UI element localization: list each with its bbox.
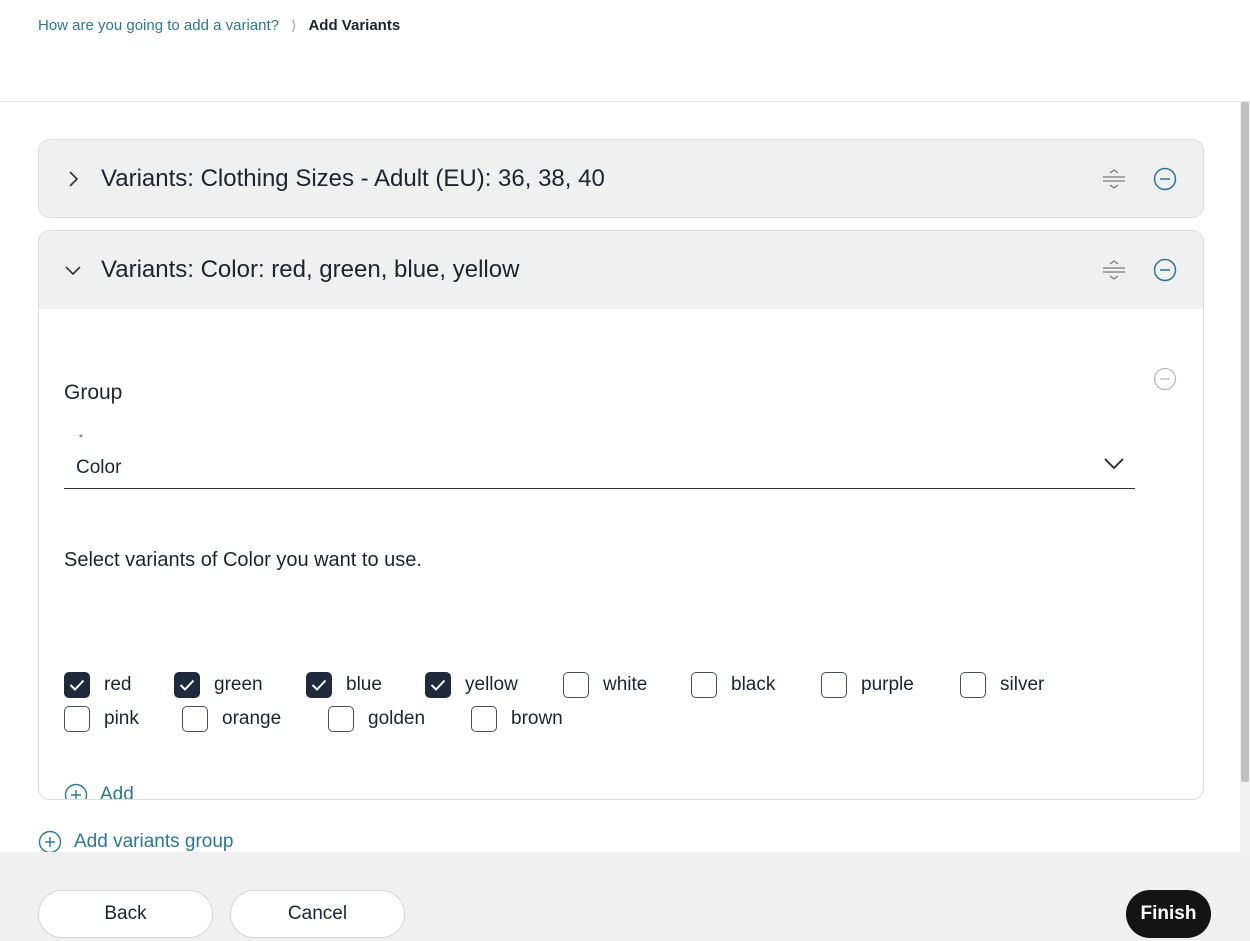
panel-header[interactable]: Variants: Clothing Sizes - Adult (EU): 3… (39, 140, 1203, 217)
variant-option-green[interactable]: green (174, 672, 306, 698)
breadcrumb: How are you going to add a variant? ⟩ Ad… (38, 17, 400, 34)
variant-option-orange[interactable]: orange (182, 706, 328, 732)
checkbox[interactable] (425, 672, 451, 698)
checkbox[interactable] (328, 706, 354, 732)
add-variants-group-label: Add variants group (74, 831, 234, 852)
variant-option-label: orange (222, 708, 282, 729)
checkbox[interactable] (563, 672, 589, 698)
add-variant-button[interactable]: Add (64, 783, 134, 800)
footer-bar: Back Cancel Finish (0, 852, 1250, 941)
minus-circle-icon (1153, 367, 1177, 391)
variant-option-pink[interactable]: pink (64, 706, 182, 732)
group-select-value: Color (76, 457, 122, 478)
checkbox[interactable] (64, 672, 90, 698)
variant-group-panel-sizes: Variants: Clothing Sizes - Adult (EU): 3… (38, 139, 1204, 218)
chevron-right-icon[interactable] (63, 169, 83, 189)
back-button[interactable]: Back (38, 890, 213, 938)
variant-option-silver[interactable]: silver (960, 672, 1044, 698)
remove-group-button[interactable] (1153, 167, 1177, 191)
variant-option-label: yellow (465, 674, 518, 695)
panel-title: Variants: Color: red, green, blue, yello… (101, 256, 520, 283)
checkbox[interactable] (64, 706, 90, 732)
variant-option-blue[interactable]: blue (306, 672, 425, 698)
panel-header[interactable]: Variants: Color: red, green, blue, yello… (39, 231, 1203, 309)
variant-option-purple[interactable]: purple (821, 672, 960, 698)
variant-option-label: brown (511, 708, 563, 729)
chevron-down-icon (1103, 457, 1125, 471)
checkbox[interactable] (182, 706, 208, 732)
variant-option-label: green (214, 674, 263, 695)
variant-group-panel-color: Variants: Color: red, green, blue, yello… (38, 230, 1204, 800)
minus-circle-icon (1153, 167, 1177, 191)
variant-option-label: purple (861, 674, 914, 695)
variant-option-black[interactable]: black (691, 672, 821, 698)
variant-option-golden[interactable]: golden (328, 706, 471, 732)
breadcrumb-separator: ⟩ (291, 17, 297, 33)
checkbox[interactable] (821, 672, 847, 698)
variant-option-label: black (731, 674, 776, 695)
add-variant-label: Add (100, 784, 134, 800)
checkbox[interactable] (306, 672, 332, 698)
variant-option-brown[interactable]: brown (471, 706, 563, 732)
checkbox[interactable] (471, 706, 497, 732)
chevron-down-icon[interactable] (63, 260, 83, 280)
remove-group-button[interactable] (1153, 258, 1177, 282)
variant-option-label: white (603, 674, 648, 695)
group-select[interactable]: Color (64, 443, 1135, 489)
remove-variant-row-button[interactable] (1153, 367, 1177, 391)
checkbox[interactable] (691, 672, 717, 698)
drag-handle-icon[interactable] (1101, 260, 1127, 280)
group-label: Group (64, 381, 123, 404)
variant-option-yellow[interactable]: yellow (425, 672, 563, 698)
add-variants-group-button[interactable]: Add variants group (38, 830, 234, 854)
variant-option-label: red (104, 674, 132, 695)
variant-option-label: pink (104, 708, 139, 729)
scrollbar-thumb[interactable] (1241, 102, 1249, 782)
breadcrumb-link-add-variant-method[interactable]: How are you going to add a variant? (38, 17, 279, 34)
cancel-button[interactable]: Cancel (230, 890, 405, 938)
page-header: How are you going to add a variant? ⟩ Ad… (0, 0, 1250, 102)
checkbox[interactable] (174, 672, 200, 698)
variant-option-label: silver (1000, 674, 1045, 695)
variant-option-label: blue (346, 674, 382, 695)
variant-option-white[interactable]: white (563, 672, 691, 698)
drag-handle-icon[interactable] (1101, 169, 1127, 189)
variants-prompt: Select variants of Color you want to use… (64, 549, 422, 571)
variant-options-row: pink orange golden brown (64, 706, 563, 732)
breadcrumb-current: Add Variants (308, 17, 401, 34)
plus-circle-icon (64, 783, 88, 799)
panel-title: Variants: Clothing Sizes - Adult (EU): 3… (101, 165, 605, 192)
plus-circle-icon (38, 830, 62, 854)
variant-options-row: red green blue yellow white black purple… (64, 672, 1044, 698)
variant-option-label: golden (368, 708, 426, 729)
checkbox[interactable] (960, 672, 986, 698)
variant-option-red[interactable]: red (64, 672, 174, 698)
minus-circle-icon (1153, 258, 1177, 282)
finish-button[interactable]: Finish (1126, 890, 1211, 938)
